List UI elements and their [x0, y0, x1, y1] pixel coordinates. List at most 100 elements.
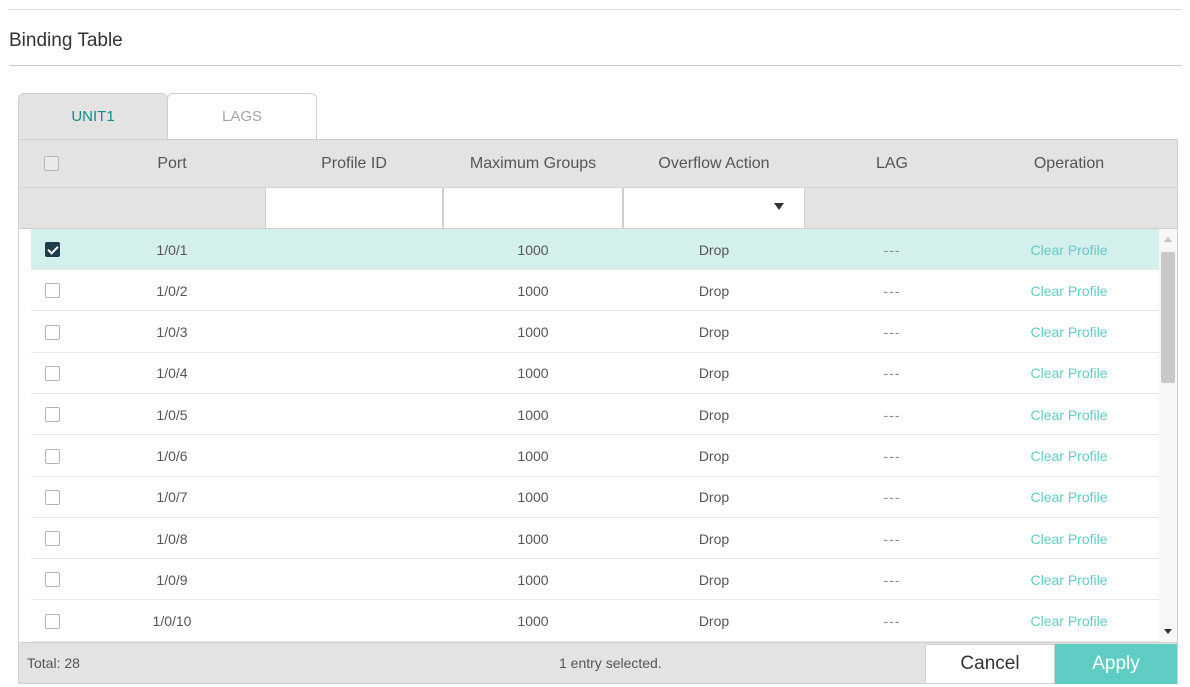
overflow-action-cell: Drop [623, 394, 805, 435]
max-groups-cell-text: 1000 [517, 571, 549, 588]
lag-cell: --- [805, 312, 979, 353]
column-header-lag[interactable]: LAG [805, 140, 979, 188]
clear-profile-link: Clear Profile [979, 477, 1159, 518]
lag-cell-text: --- [883, 571, 901, 588]
overflow-action-cell: Drop [623, 518, 805, 559]
scroll-up-icon[interactable] [1164, 237, 1172, 242]
row-checkbox[interactable] [45, 613, 60, 629]
lag-cell-text: --- [883, 406, 901, 423]
lag-cell: --- [805, 394, 979, 435]
binding-table: Port Profile ID Maximum Groups Overflow … [18, 139, 1178, 684]
port-cell-text: 1/0/7 [156, 489, 188, 506]
port-cell-text: 1/0/5 [156, 406, 188, 423]
overflow-action-cell-text: Drop [698, 406, 730, 423]
row-checkbox[interactable] [45, 531, 60, 547]
clear-profile-link-text[interactable]: Clear Profile [1030, 448, 1107, 464]
table-row[interactable]: 1/0/10 1000 Drop --- Clear Profile [31, 601, 1159, 642]
port-cell-text: 1/0/3 [156, 324, 188, 341]
clear-profile-link-text[interactable]: Clear Profile [1030, 613, 1107, 629]
overflow-action-cell-text: Drop [698, 530, 730, 547]
maximum-groups-filter-input[interactable] [443, 188, 623, 228]
column-header-maximum-groups[interactable]: Maximum Groups [443, 140, 623, 188]
overflow-action-cell-text: Drop [698, 448, 730, 464]
max-groups-cell: 1000 [443, 353, 623, 394]
select-all-checkbox[interactable] [44, 156, 59, 171]
table-row[interactable]: 1/0/3 1000 Drop --- Clear Profile [31, 312, 1159, 353]
overflow-action-cell-text: Drop [698, 282, 730, 299]
max-groups-cell: 1000 [443, 394, 623, 435]
row-checkbox[interactable] [45, 324, 60, 340]
overflow-action-filter-select[interactable] [623, 188, 805, 228]
column-header-overflow-action[interactable]: Overflow Action [623, 140, 805, 188]
max-groups-cell-text: 1000 [517, 324, 549, 341]
port-cell: 1/0/6 [79, 436, 265, 477]
table-row[interactable]: 1/0/9 1000 Drop --- Clear Profile [31, 559, 1159, 601]
clear-profile-link: Clear Profile [979, 394, 1159, 435]
scrollbar-thumb[interactable] [1161, 252, 1175, 383]
table-row[interactable]: 1/0/6 1000 Drop --- Clear Profile [31, 436, 1159, 477]
overflow-action-cell: Drop [623, 312, 805, 353]
lag-cell-text: --- [883, 241, 901, 258]
table-row[interactable]: 1/0/1 1000 Drop --- Clear Profile [31, 229, 1159, 270]
table-row[interactable]: 1/0/7 1000 Drop --- Clear Profile [31, 477, 1159, 518]
clear-profile-link-text[interactable]: Clear Profile [1030, 365, 1107, 381]
profile-id-cell [265, 436, 443, 477]
row-checkbox[interactable] [45, 407, 60, 423]
max-groups-cell: 1000 [443, 518, 623, 559]
column-header-port[interactable]: Port [79, 140, 265, 188]
row-checkbox[interactable] [45, 283, 60, 299]
clear-profile-link-text[interactable]: Clear Profile [1030, 283, 1107, 299]
max-groups-cell-text: 1000 [517, 365, 549, 382]
table-body: 1/0/1 1000 Drop --- Clear Profile 1/0/2 1000 Dr… [19, 229, 1177, 642]
row-checkbox[interactable] [45, 365, 60, 381]
tab-lags[interactable]: LAGS [167, 93, 317, 139]
tab-unit1[interactable]: UNIT1 [18, 93, 168, 139]
table-row[interactable]: 1/0/2 1000 Drop --- Clear Profile [31, 270, 1159, 312]
vertical-scrollbar[interactable] [1159, 229, 1177, 642]
clear-profile-link-text[interactable]: Clear Profile [1030, 572, 1107, 588]
profile-id-cell [265, 518, 443, 559]
row-checkbox[interactable] [45, 572, 60, 588]
profile-id-filter-input[interactable] [265, 188, 443, 228]
overflow-action-cell: Drop [623, 270, 805, 311]
row-checkbox[interactable] [45, 448, 60, 464]
column-header-profile-id[interactable]: Profile ID [265, 140, 443, 188]
overflow-action-cell: Drop [623, 229, 805, 270]
profile-id-cell [265, 229, 443, 270]
port-cell: 1/0/1 [79, 229, 265, 270]
clear-profile-link-text[interactable]: Clear Profile [1030, 531, 1107, 547]
overflow-action-cell-text: Drop [698, 241, 730, 258]
row-checkbox[interactable] [45, 489, 60, 505]
lag-cell: --- [805, 436, 979, 477]
clear-profile-link-text[interactable]: Clear Profile [1030, 324, 1107, 340]
port-cell: 1/0/4 [79, 353, 265, 394]
port-cell-text: 1/0/8 [156, 530, 188, 547]
row-checkbox[interactable] [45, 242, 60, 257]
profile-id-cell [265, 270, 443, 311]
clear-profile-link-text[interactable]: Clear Profile [1030, 407, 1107, 423]
clear-profile-link-text[interactable]: Clear Profile [1030, 489, 1107, 505]
table-row[interactable]: 1/0/4 1000 Drop --- Clear Profile [31, 353, 1159, 394]
port-cell-text: 1/0/9 [156, 571, 188, 588]
lag-cell: --- [805, 270, 979, 311]
max-groups-cell: 1000 [443, 436, 623, 477]
lag-cell-text: --- [883, 324, 901, 341]
max-groups-cell: 1000 [443, 229, 623, 270]
max-groups-cell-text: 1000 [517, 613, 549, 630]
profile-id-cell [265, 312, 443, 353]
clear-profile-link-text[interactable]: Clear Profile [1030, 242, 1107, 258]
max-groups-cell-text: 1000 [517, 489, 549, 506]
cancel-button[interactable]: Cancel [925, 644, 1055, 684]
apply-button[interactable]: Apply [1055, 644, 1177, 684]
port-cell: 1/0/8 [79, 518, 265, 559]
port-cell-text: 1/0/2 [156, 282, 188, 299]
table-row[interactable]: 1/0/8 1000 Drop --- Clear Profile [31, 518, 1159, 560]
port-cell: 1/0/5 [79, 394, 265, 435]
max-groups-cell-text: 1000 [517, 241, 549, 258]
port-cell-text: 1/0/10 [152, 613, 192, 630]
lag-cell: --- [805, 601, 979, 642]
scroll-down-icon[interactable] [1164, 629, 1172, 634]
lag-cell-text: --- [883, 489, 901, 506]
table-row[interactable]: 1/0/5 1000 Drop --- Clear Profile [31, 394, 1159, 436]
max-groups-cell: 1000 [443, 559, 623, 600]
